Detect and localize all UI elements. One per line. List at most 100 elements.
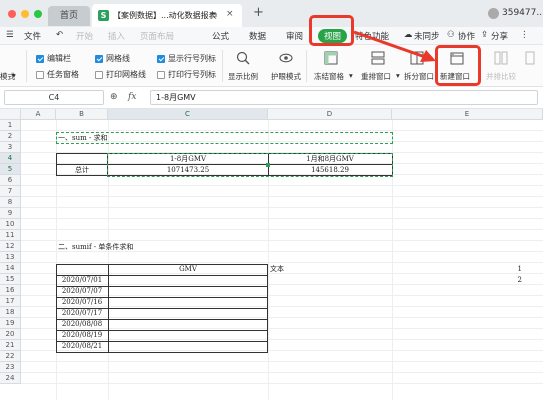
gridline — [21, 196, 543, 197]
row-header-5[interactable]: 5 — [0, 164, 21, 175]
arrange-windows-button[interactable]: 重排窗口 — [361, 71, 391, 82]
gridline — [21, 130, 543, 131]
task-pane-checkbox[interactable]: 任务窗格 — [36, 69, 79, 80]
row-header-19[interactable]: 19 — [0, 318, 21, 329]
row-header-20[interactable]: 20 — [0, 329, 21, 340]
split-window-button[interactable]: 拆分窗口 — [404, 71, 434, 82]
row-header-14[interactable]: 14 — [0, 263, 21, 274]
fill-handle[interactable] — [266, 163, 270, 167]
gridline — [21, 207, 543, 208]
date-cell[interactable]: 2020/08/21 — [56, 341, 108, 352]
annotation-arrow-icon — [353, 30, 436, 62]
tab-document[interactable]: S 【案例数据】...动化数据报表 ▭ × — [92, 4, 242, 27]
print-gridlines-checkbox[interactable]: 打印网格线 — [95, 69, 146, 80]
date-cell[interactable]: 2020/07/01 — [56, 275, 108, 286]
close-window-button[interactable] — [8, 10, 16, 18]
undo-icon[interactable]: ↶ — [56, 30, 63, 40]
row-header-22[interactable]: 22 — [0, 351, 21, 362]
zoom-search-icon[interactable]: ⊕ — [110, 92, 118, 102]
collab-button[interactable]: 协作 — [458, 30, 475, 42]
show-headers-checkbox[interactable]: 显示行号列标 — [157, 53, 216, 64]
spreadsheet-icon: S — [98, 10, 109, 21]
column-header-d[interactable]: D — [268, 109, 392, 120]
sync-scroll-icon[interactable] — [524, 51, 538, 65]
menu-formula[interactable]: 公式 — [212, 30, 229, 42]
row-header-24[interactable]: 24 — [0, 373, 21, 384]
date-cell[interactable]: 2020/07/17 — [56, 308, 108, 319]
eye-mode-button[interactable]: 护眼模式 — [271, 71, 301, 82]
row-header-6[interactable]: 6 — [0, 175, 21, 186]
tab-home[interactable]: 首页 — [48, 6, 90, 26]
menu-start[interactable]: 开始 — [76, 30, 93, 42]
row-header-10[interactable]: 10 — [0, 219, 21, 230]
date-cell[interactable]: 2020/07/16 — [56, 297, 108, 308]
highlight-new-window — [435, 45, 481, 86]
row-header-21[interactable]: 21 — [0, 340, 21, 351]
row-header-15[interactable]: 15 — [0, 274, 21, 285]
cell-b5[interactable]: 总计 — [56, 165, 108, 176]
row-header-3[interactable]: 3 — [0, 142, 21, 153]
row-header-7[interactable]: 7 — [0, 186, 21, 197]
row-header-8[interactable]: 8 — [0, 197, 21, 208]
row-header-18[interactable]: 18 — [0, 307, 21, 318]
menu-review[interactable]: 审阅 — [286, 30, 303, 42]
cell-c14[interactable]: GMV — [108, 264, 268, 275]
date-cell[interactable]: 2020/08/19 — [56, 330, 108, 341]
mode-dropdown-icon[interactable]: ▾ — [12, 71, 16, 80]
new-tab-button[interactable]: + — [253, 5, 264, 20]
row-header-4[interactable]: 4 — [0, 153, 21, 164]
row-header-16[interactable]: 16 — [0, 285, 21, 296]
monitor-icon[interactable]: ▭ — [210, 10, 218, 19]
user-id[interactable]: 359477... — [502, 8, 543, 18]
zoom-window-button[interactable] — [34, 10, 42, 18]
column-header-e[interactable]: E — [392, 109, 543, 120]
edit-bar-checkbox[interactable]: 编辑栏 — [36, 53, 71, 64]
menu-file[interactable]: 文件 — [24, 30, 41, 42]
menu-page-layout[interactable]: 页面布局 — [140, 30, 174, 42]
column-header-a[interactable]: A — [21, 109, 56, 120]
row-header-23[interactable]: 23 — [0, 362, 21, 373]
copy-marquee — [56, 132, 393, 144]
cell-e14[interactable]: 1 — [392, 264, 522, 275]
row-header-2[interactable]: 2 — [0, 131, 21, 142]
row-header-9[interactable]: 9 — [0, 208, 21, 219]
close-tab-icon[interactable]: × — [226, 9, 234, 19]
side-by-side-button[interactable]: 并排比较 — [486, 71, 516, 82]
menu-icon[interactable]: ☰ — [6, 30, 14, 40]
menu-insert[interactable]: 插入 — [108, 30, 125, 42]
select-all-corner[interactable] — [0, 109, 21, 120]
menu-data[interactable]: 数据 — [249, 30, 266, 42]
zoom-button[interactable]: 显示比例 — [228, 71, 258, 82]
freeze-panes-button[interactable]: 冻结窗格 — [314, 71, 344, 82]
spreadsheet-grid[interactable]: A B C D E 1 2 3 4 5 6 7 8 9 10 11 12 13 14 15 16 17 18 19 2… — [0, 109, 543, 400]
name-box[interactable]: C4 — [4, 90, 104, 105]
gridline — [21, 262, 543, 263]
minimize-window-button[interactable] — [21, 10, 29, 18]
fx-button[interactable]: fx — [128, 92, 136, 102]
arrange-dropdown-icon[interactable]: ▾ — [396, 71, 400, 80]
gridline — [21, 361, 543, 362]
row-header-17[interactable]: 17 — [0, 296, 21, 307]
formula-input[interactable]: 1-8月GMV — [150, 90, 538, 105]
gridlines-label: 网格线 — [106, 54, 130, 63]
row-header-12[interactable]: 12 — [0, 241, 21, 252]
column-header-b[interactable]: B — [56, 109, 108, 120]
avatar[interactable] — [488, 8, 499, 19]
row-header-1[interactable]: 1 — [0, 120, 21, 131]
date-cell[interactable]: 2020/07/07 — [56, 286, 108, 297]
gridlines-checkbox[interactable]: 网格线 — [95, 53, 130, 64]
section2-title[interactable]: 二、sumif - 单条件求和 — [58, 242, 133, 253]
freeze-dropdown-icon[interactable]: ▾ — [349, 71, 353, 80]
row-header-11[interactable]: 11 — [0, 230, 21, 241]
print-headers-label: 打印行号列标 — [168, 70, 216, 79]
print-headers-checkbox[interactable]: 打印行号列标 — [157, 69, 216, 80]
more-icon[interactable]: ⋮ — [520, 30, 529, 40]
cell-d14[interactable]: 文本 — [270, 264, 284, 275]
date-cell[interactable]: 2020/08/08 — [56, 319, 108, 330]
column-header-c[interactable]: C — [108, 109, 268, 120]
cell-e15[interactable]: 2 — [392, 275, 522, 286]
share-button[interactable]: 分享 — [491, 30, 508, 42]
row-header-13[interactable]: 13 — [0, 252, 21, 263]
gridline — [21, 383, 543, 384]
selection-marquee — [107, 153, 393, 177]
